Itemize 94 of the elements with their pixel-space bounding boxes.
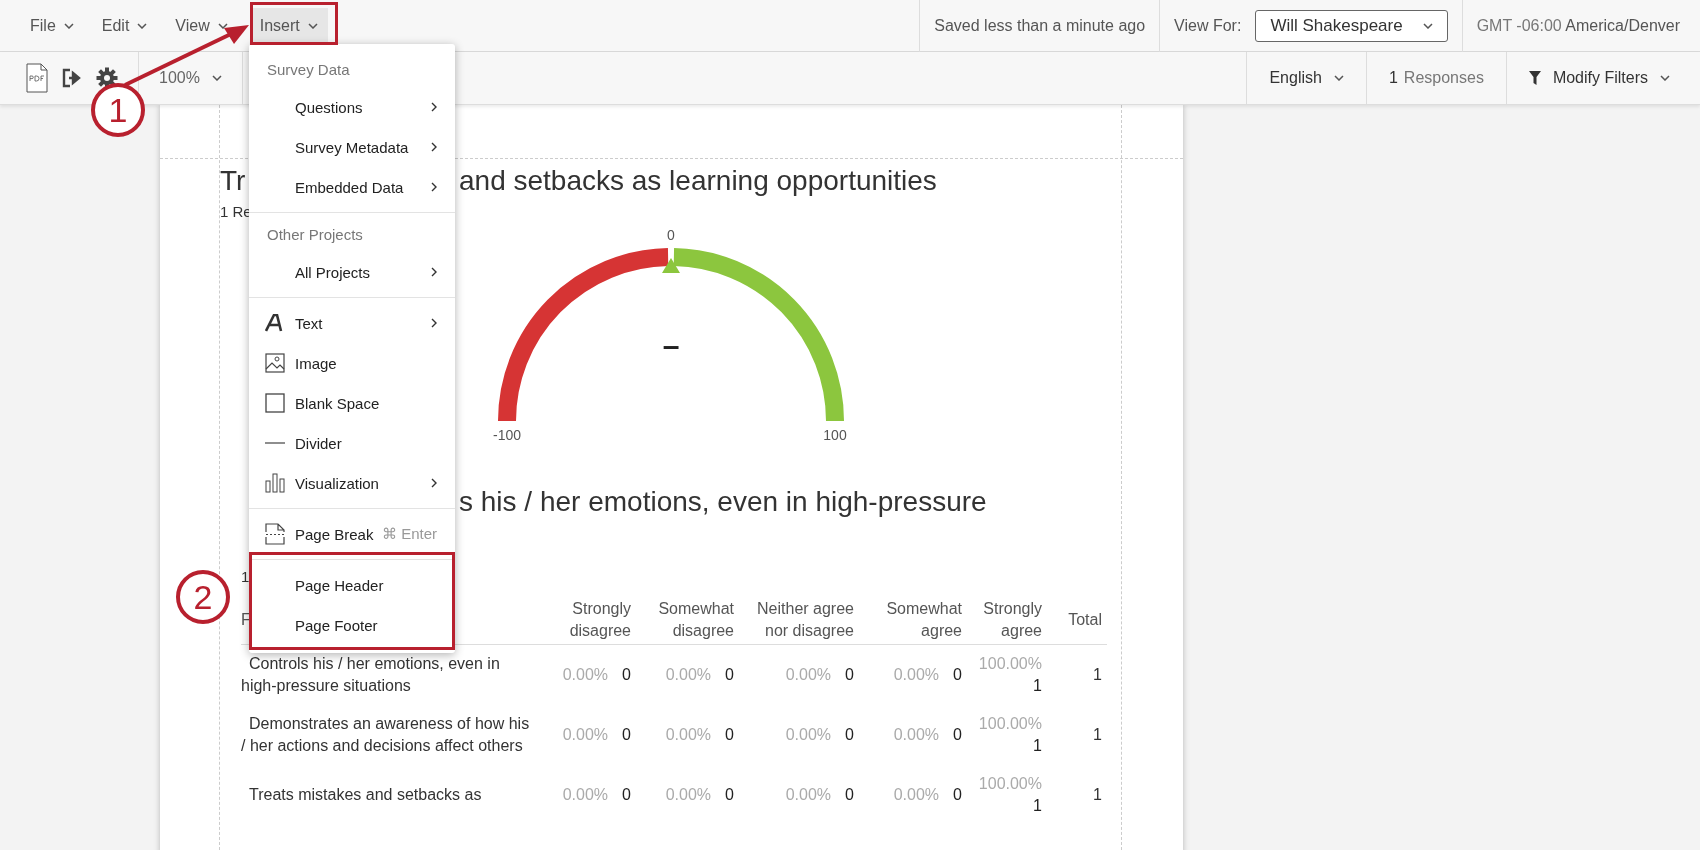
step-number: 1	[91, 83, 145, 137]
menu-item[interactable]: Page Header	[253, 565, 451, 605]
menu-section-title: Survey Data	[266, 60, 351, 80]
gauge-label: 100	[822, 427, 847, 443]
percent-value: 0.00%	[785, 785, 832, 805]
row-label: Controls his / her emotions, even in high-pressure situations	[241, 644, 536, 705]
gauge-value: –	[662, 329, 679, 362]
bar-chart-icon	[265, 473, 285, 493]
column-header: Total	[1047, 596, 1107, 645]
count-value: 0	[725, 725, 734, 745]
question-title: Tr	[220, 165, 246, 197]
count-value: 0	[845, 785, 854, 805]
row-label: Treats mistakes and setbacks as	[248, 785, 483, 805]
count-value: 1	[1033, 736, 1042, 756]
row-label: Demonstrates an awareness of how his / her actions and decisions affect others	[241, 714, 531, 756]
response-count: 1	[241, 568, 250, 585]
count-value: 0	[622, 725, 631, 745]
chevron-down-icon	[1660, 75, 1670, 81]
gauge-label: -100	[492, 427, 521, 443]
square-icon	[265, 393, 285, 413]
count-value: 0	[725, 665, 734, 685]
menu-item[interactable]: All Projects	[253, 252, 451, 292]
count-value: 0	[622, 665, 631, 685]
responses-count: 1	[1388, 69, 1398, 87]
total-value: 1	[1093, 786, 1102, 803]
percent-value: 100.00%	[978, 774, 1042, 794]
count-value: 0	[845, 665, 854, 685]
export-icon[interactable]	[62, 68, 82, 88]
percent-value: 0.00%	[562, 785, 609, 805]
pdf-icon[interactable]	[26, 63, 48, 93]
count-value: 0	[725, 785, 734, 805]
menu-button[interactable]: Edit	[95, 7, 154, 44]
percent-value: 0.00%	[785, 725, 832, 745]
chevron-down-icon	[1333, 75, 1344, 81]
menu-item[interactable]: Blank Space	[253, 383, 451, 423]
zoom-dropdown[interactable]: 100%	[159, 69, 222, 87]
modify-filters-button[interactable]: Modify Filters	[1505, 52, 1700, 104]
count-value: 0	[845, 725, 854, 745]
question-title: s his / her emotions, even in high-pressure	[459, 485, 987, 519]
question-title: and setbacks as learning opportunities	[459, 165, 937, 197]
page-break-icon	[265, 523, 285, 545]
count-value: 0	[953, 785, 962, 805]
save-status: Saved less than a minute ago	[934, 16, 1146, 35]
menu-item[interactable]: Image	[253, 343, 451, 383]
percent-value: 0.00%	[562, 725, 609, 745]
chevron-down-icon	[1422, 22, 1433, 29]
column-header: Strongly disagree	[536, 596, 636, 645]
menu-button[interactable]: File	[24, 7, 80, 44]
menu-item[interactable]: Survey Metadata	[253, 127, 451, 167]
percent-value: 0.00%	[562, 665, 609, 685]
count-value: 1	[1033, 676, 1042, 696]
count-value: 0	[953, 725, 962, 745]
count-value: 0	[622, 785, 631, 805]
line-icon	[265, 442, 285, 444]
responses-label: Responses	[1403, 69, 1484, 87]
column-header: Strongly agree	[967, 596, 1047, 645]
menu-section-title: Other Projects	[266, 225, 364, 245]
column-header: Somewhat disagree	[636, 596, 739, 645]
view-for-dropdown[interactable]: Will Shakespeare	[1255, 9, 1448, 42]
chevron-down-icon	[217, 22, 228, 29]
count-value: 1	[1033, 796, 1042, 816]
language-dropdown[interactable]: English	[1246, 52, 1366, 104]
total-value: 1	[1093, 666, 1102, 683]
timezone: GMT -06:00 America/Denver	[1476, 16, 1680, 35]
percent-value: 0.00%	[665, 725, 712, 745]
menu-item[interactable]: Text	[253, 303, 451, 343]
menu-item[interactable]: Page Break ⌘ Enter	[253, 514, 451, 554]
menu-item[interactable]: Page Footer	[253, 605, 451, 645]
percent-value: 0.00%	[893, 785, 940, 805]
count-value: 0	[953, 665, 962, 685]
gauge-label: 0	[666, 227, 675, 243]
menu-item[interactable]: Divider	[253, 423, 451, 463]
menu-item[interactable]: Visualization	[253, 463, 451, 503]
percent-value: 0.00%	[665, 785, 712, 805]
chevron-down-icon	[307, 22, 318, 29]
chevron-down-icon	[211, 75, 222, 81]
filter-icon	[1528, 71, 1541, 85]
text-tool-icon	[265, 314, 285, 332]
image-icon	[265, 353, 285, 373]
chevron-down-icon	[63, 22, 74, 29]
menu-item[interactable]: Embedded Data	[253, 167, 451, 207]
chevron-down-icon	[137, 22, 148, 29]
view-for-label: View For:	[1174, 16, 1242, 35]
percent-value: 0.00%	[665, 665, 712, 685]
total-value: 1	[1093, 726, 1102, 743]
menu-item[interactable]: Questions	[253, 87, 451, 127]
percent-value: 0.00%	[785, 665, 832, 685]
percent-value: 100.00%	[978, 654, 1042, 674]
percent-value: 100.00%	[978, 714, 1042, 734]
menu-button[interactable]: View	[169, 7, 234, 44]
percent-value: 0.00%	[893, 665, 940, 685]
percent-value: 0.00%	[893, 725, 940, 745]
column-header: Neither agree nor disagree	[739, 596, 859, 645]
column-header: Somewhat agree	[859, 596, 967, 645]
